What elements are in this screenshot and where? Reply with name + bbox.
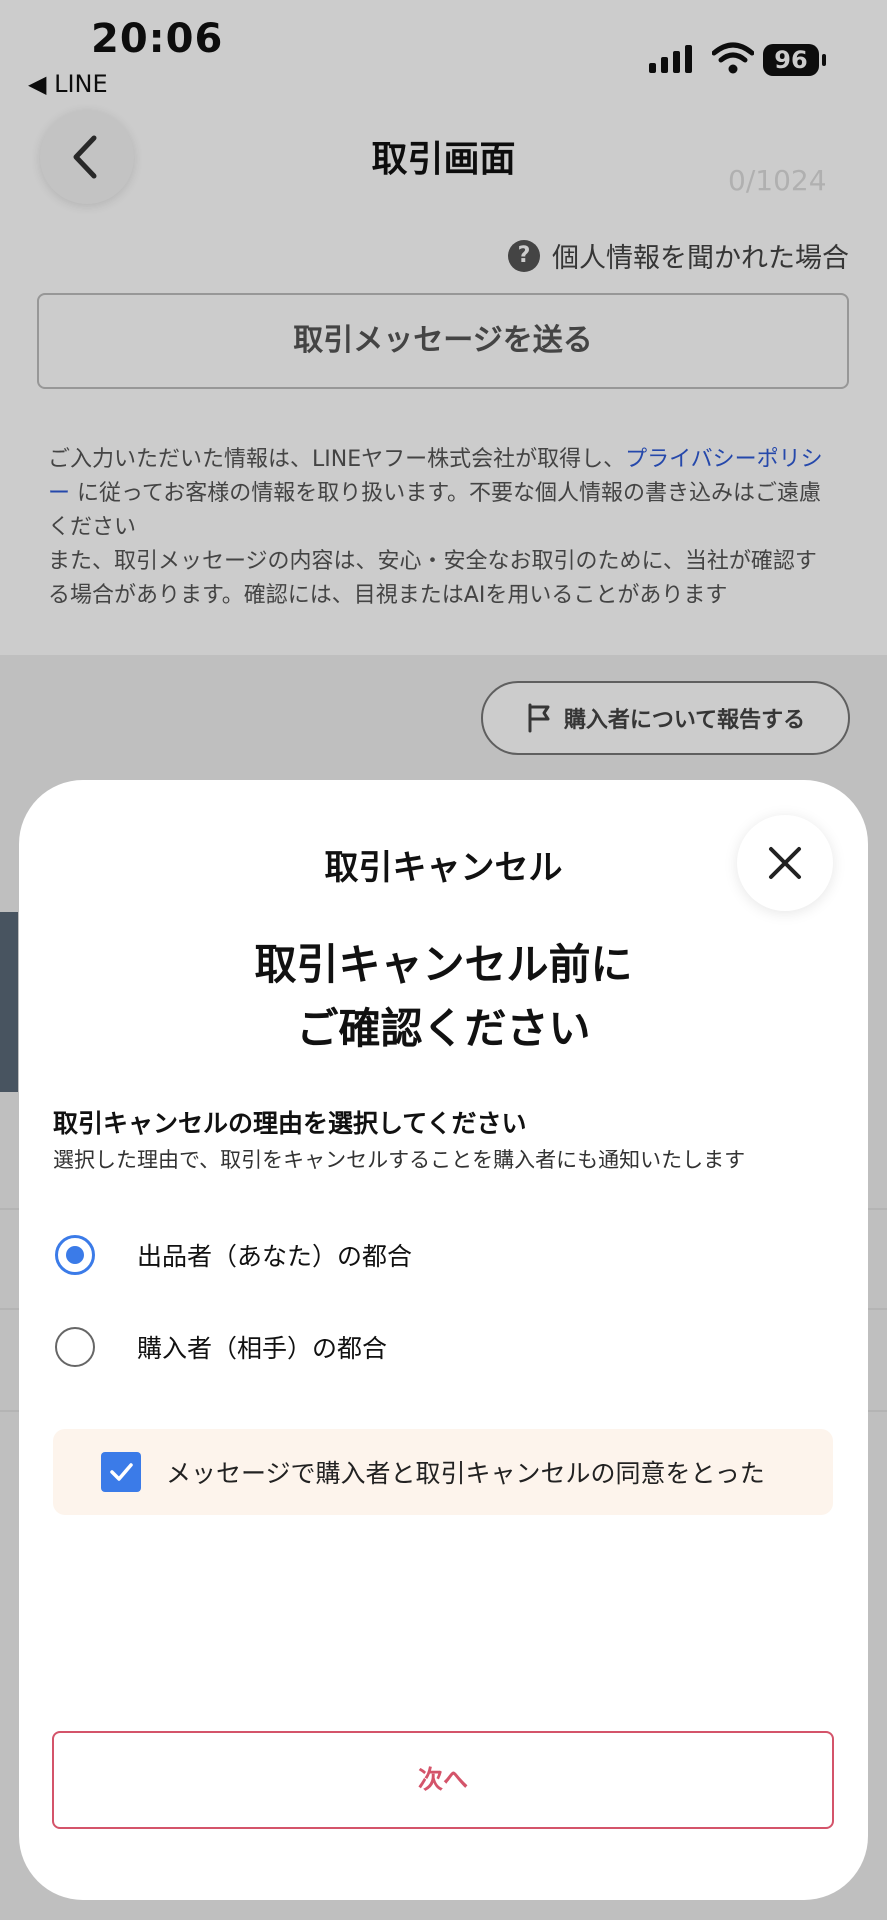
radio-button[interactable] bbox=[55, 1327, 95, 1367]
reason-option-label: 出品者（あなた）の都合 bbox=[137, 1242, 413, 1271]
reason-section-subtitle: 選択した理由で、取引をキャンセルすることを購入者にも通知いたします bbox=[53, 1148, 746, 1172]
radio-dot bbox=[66, 1246, 84, 1264]
confirm-headline: 取引キャンセル前に ご確認ください bbox=[0, 933, 887, 1061]
reason-option-buyer[interactable]: 購入者（相手）の都合 bbox=[55, 1327, 387, 1367]
reason-option-seller[interactable]: 出品者（あなた）の都合 bbox=[55, 1235, 412, 1275]
close-button[interactable] bbox=[737, 815, 833, 911]
reason-option-label: 購入者（相手）の都合 bbox=[137, 1334, 388, 1363]
radio-button-selected[interactable] bbox=[55, 1235, 95, 1275]
agreement-checkbox-row[interactable]: メッセージで購入者と取引キャンセルの同意をとった bbox=[53, 1429, 833, 1515]
checkmark-icon bbox=[110, 1463, 133, 1481]
headline-line-2: ご確認ください bbox=[296, 1004, 591, 1053]
agreement-checkbox[interactable] bbox=[101, 1452, 141, 1492]
reason-section-title: 取引キャンセルの理由を選択してください bbox=[53, 1109, 527, 1138]
headline-line-1: 取引キャンセル前に bbox=[254, 940, 633, 989]
close-icon bbox=[769, 847, 801, 879]
agreement-label: メッセージで購入者と取引キャンセルの同意をとった bbox=[166, 1459, 765, 1488]
next-button[interactable]: 次へ bbox=[52, 1731, 834, 1829]
